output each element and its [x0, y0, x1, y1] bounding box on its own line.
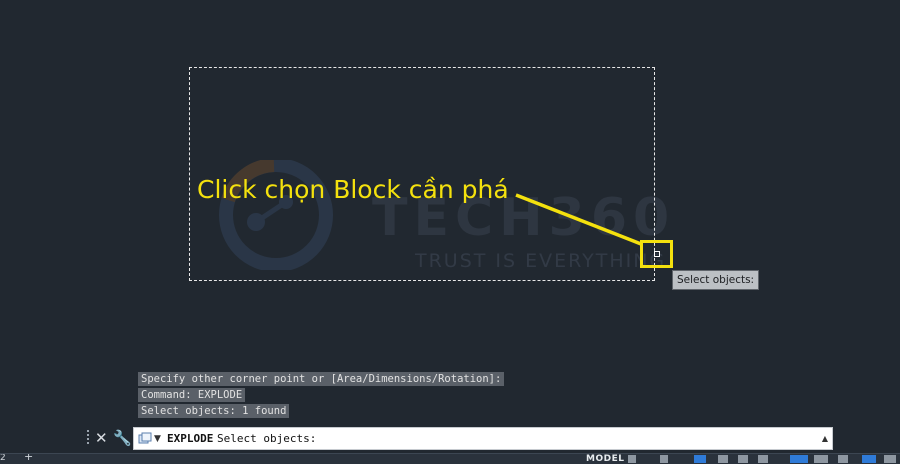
- recent-commands-dropdown-icon[interactable]: ▼: [154, 430, 161, 448]
- annotation-label: Click chọn Block cần phá: [197, 175, 509, 204]
- command-prompt-text: Select objects:: [217, 432, 317, 445]
- status-bar: 2 + MODEL: [0, 453, 900, 464]
- otrack-icon[interactable]: [758, 455, 768, 463]
- pickbox-cursor-icon: [654, 251, 660, 257]
- customize-icon[interactable]: [884, 455, 896, 463]
- grid-icon[interactable]: [628, 455, 636, 463]
- polar-icon[interactable]: [718, 455, 728, 463]
- history-line: Select objects: 1 found: [138, 404, 290, 418]
- command-line-bar: ✕ 🔧 ▼ EXPLODE Select objects: ▲: [84, 427, 834, 450]
- drag-grip-icon[interactable]: [87, 430, 93, 446]
- chevron-up-icon[interactable]: ▲: [822, 431, 828, 447]
- layout-number[interactable]: 2: [0, 454, 6, 464]
- ortho-icon[interactable]: [694, 455, 706, 463]
- wrench-icon[interactable]: 🔧: [113, 428, 132, 448]
- annotation-scale-icon[interactable]: [838, 455, 848, 463]
- command-input[interactable]: [324, 431, 804, 447]
- lineweight-icon[interactable]: [790, 455, 808, 463]
- close-icon[interactable]: ✕: [95, 428, 108, 448]
- snap-icon[interactable]: [660, 455, 668, 463]
- model-space-button[interactable]: MODEL: [586, 454, 624, 464]
- transparency-icon[interactable]: [814, 455, 828, 463]
- active-command-name: EXPLODE: [167, 432, 214, 445]
- plus-icon[interactable]: +: [24, 454, 33, 463]
- command-prompt-icon[interactable]: [138, 432, 152, 445]
- osnap-icon[interactable]: [738, 455, 748, 463]
- history-line: Command: EXPLODE: [138, 388, 246, 402]
- selected-block-rectangle[interactable]: [189, 67, 655, 281]
- command-history: Specify other corner point or [Area/Dime…: [138, 372, 505, 420]
- workspace-icon[interactable]: [862, 455, 876, 463]
- history-line: Specify other corner point or [Area/Dime…: [138, 372, 505, 386]
- cursor-tooltip: Select objects:: [672, 270, 760, 290]
- command-input-box[interactable]: ▼ EXPLODE Select objects: ▲: [133, 427, 833, 450]
